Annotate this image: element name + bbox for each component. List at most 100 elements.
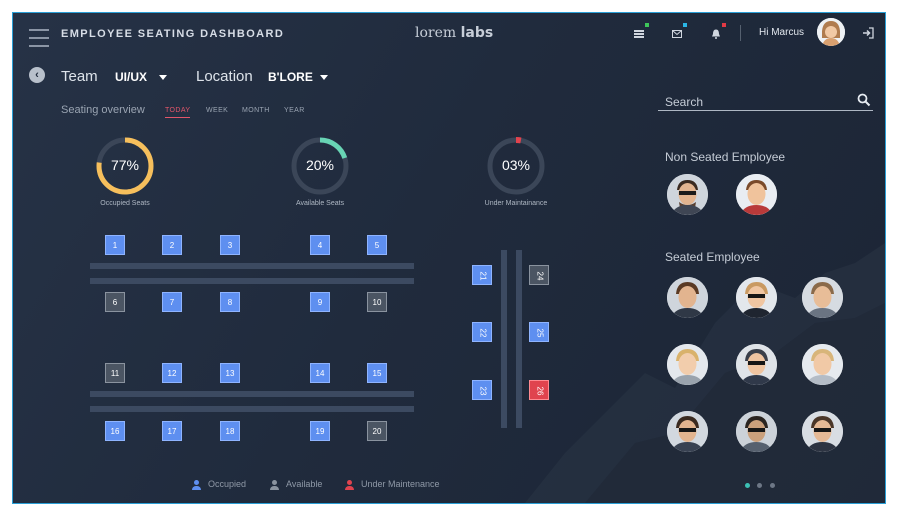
dashboard-window: EMPLOYEE SEATING DASHBOARD lorem labs Hi… [12,12,886,504]
back-button[interactable]: ‹ [29,67,45,83]
seated-title: Seated Employee [665,250,760,264]
seat-26[interactable]: 26 [529,380,549,400]
seat-5[interactable]: 5 [367,235,387,255]
maintenance-percent: 03% [501,157,531,173]
maintenance-label: Under Maintainance [484,200,548,207]
header-divider [740,25,741,41]
seating-overview-title: Seating overview [61,104,145,116]
employee-avatar[interactable] [736,277,777,318]
page-title: EMPLOYEE SEATING DASHBOARD [61,28,285,40]
search-underline [658,110,873,111]
seat-number: 12 [167,369,177,378]
employee-avatar[interactable] [802,411,843,452]
chevron-down-icon[interactable] [159,75,167,80]
employee-avatar[interactable] [802,277,843,318]
employee-avatar[interactable] [736,344,777,385]
seat-7[interactable]: 7 [162,292,182,312]
seat-16[interactable]: 16 [105,421,125,441]
seat-number: 5 [374,241,380,250]
seat-number: 19 [315,427,325,436]
seat-10[interactable]: 10 [367,292,387,312]
seat-20[interactable]: 20 [367,421,387,441]
seat-number: 8 [227,298,233,307]
bell-icon[interactable] [709,23,726,41]
seat-12[interactable]: 12 [162,363,182,383]
employee-avatar[interactable] [667,344,708,385]
desk-bar [516,250,522,428]
seat-number: 16 [110,427,120,436]
seat-number: 17 [167,427,177,436]
location-label: Location [196,68,253,85]
seat-19[interactable]: 19 [310,421,330,441]
employee-avatar[interactable] [802,344,843,385]
legend-available: Available [270,479,322,490]
occupied-label: Occupied Seats [100,200,150,207]
seat-8[interactable]: 8 [220,292,240,312]
menu-icon[interactable] [29,29,49,47]
seat-11[interactable]: 11 [105,363,125,383]
person-icon [270,479,279,490]
pagination-dot[interactable] [770,483,775,488]
tab-today[interactable]: TODAY [165,107,191,118]
seat-22[interactable]: 22 [472,322,492,342]
available-percent: 20% [305,157,335,173]
seat-number: 4 [317,241,323,250]
seat-number: 14 [315,369,325,378]
seat-number: 9 [317,298,323,307]
seat-1[interactable]: 1 [105,235,125,255]
list-icon[interactable] [632,23,649,41]
desk-bar [90,263,414,269]
desk-bar [90,278,414,284]
seat-6[interactable]: 6 [105,292,125,312]
pagination-dot[interactable] [757,483,762,488]
person-icon [345,479,354,490]
seat-number: 20 [372,427,382,436]
employee-avatar[interactable] [667,411,708,452]
seat-14[interactable]: 14 [310,363,330,383]
team-select[interactable]: UI/UX [115,70,147,84]
seat-9[interactable]: 9 [310,292,330,312]
mail-icon[interactable] [670,23,687,41]
seat-number: 23 [478,386,487,396]
tab-year[interactable]: YEAR [284,107,305,114]
seat-23[interactable]: 23 [472,380,492,400]
seat-13[interactable]: 13 [220,363,240,383]
legend-occupied: Occupied [192,479,246,490]
desk-bar [90,391,414,397]
seat-number: 10 [372,298,382,307]
desk-bar [90,406,414,412]
seat-17[interactable]: 17 [162,421,182,441]
seat-25[interactable]: 25 [529,322,549,342]
employee-avatar[interactable] [667,277,708,318]
employee-avatar[interactable] [736,174,777,215]
tab-week[interactable]: WEEK [206,107,228,114]
seat-4[interactable]: 4 [310,235,330,255]
seat-2[interactable]: 2 [162,235,182,255]
tab-month[interactable]: MONTH [242,107,270,114]
team-label: Team [61,68,98,85]
notification-dot [722,23,726,27]
seat-number: 3 [227,241,233,250]
seat-number: 21 [478,271,487,281]
seat-18[interactable]: 18 [220,421,240,441]
employee-avatar[interactable] [736,411,777,452]
seat-24[interactable]: 24 [529,265,549,285]
seat-number: 2 [169,241,175,250]
search-input[interactable] [663,92,847,112]
employee-avatar[interactable] [667,174,708,215]
seat-15[interactable]: 15 [367,363,387,383]
user-avatar[interactable] [817,18,845,46]
seat-21[interactable]: 21 [472,265,492,285]
brand-logo: lorem labs [415,25,494,41]
logout-icon[interactable] [862,26,874,39]
available-label: Available Seats [295,200,345,207]
seat-number: 22 [478,328,487,338]
seat-number: 13 [225,369,235,378]
search-icon[interactable] [857,93,871,107]
pagination-dot-active[interactable] [745,483,750,488]
seat-number: 11 [110,369,120,378]
seat-number: 7 [169,298,175,307]
seat-3[interactable]: 3 [220,235,240,255]
location-select[interactable]: B'LORE [268,70,313,84]
chevron-down-icon[interactable] [320,75,328,80]
